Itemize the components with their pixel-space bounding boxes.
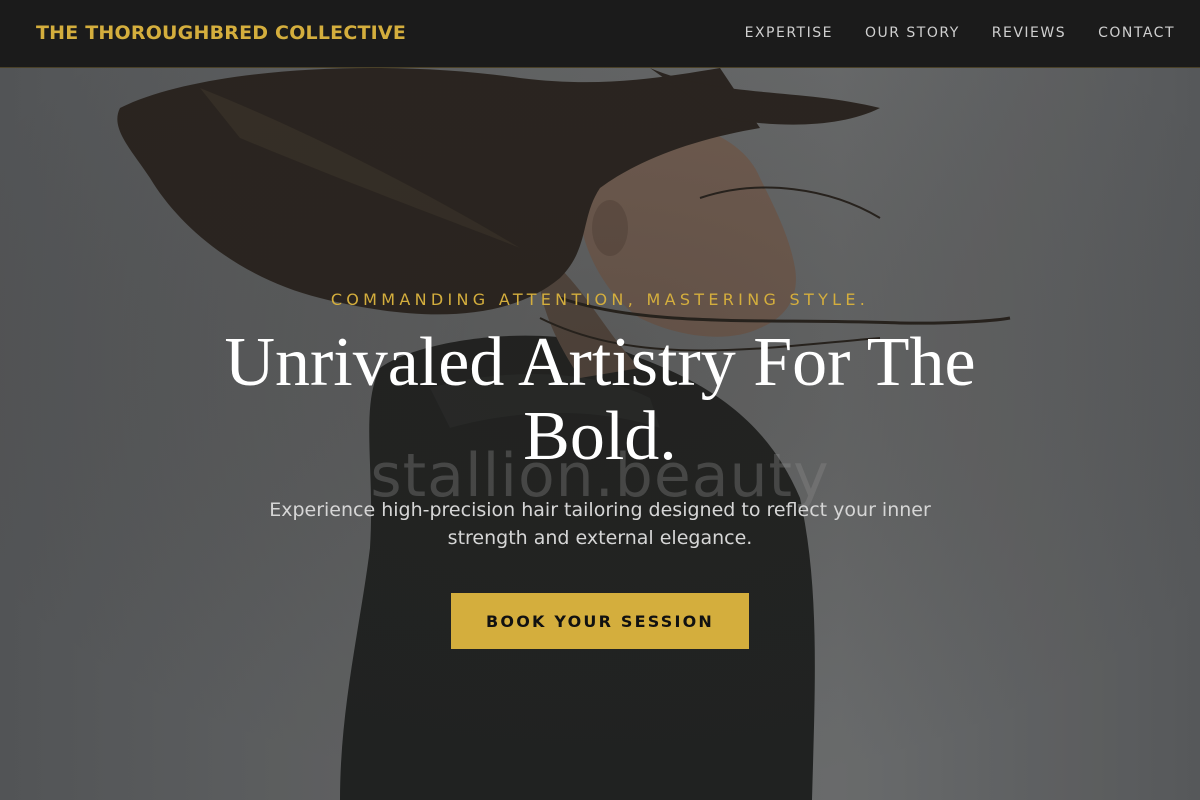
nav-link-expertise[interactable]: EXPERTISE	[745, 25, 833, 41]
hero-tagline: COMMANDING ATTENTION, MASTERING STYLE.	[330, 290, 870, 309]
nav-link-reviews[interactable]: REVIEWS	[992, 25, 1066, 41]
site-header: THE THOROUGHBRED COLLECTIVE EXPERTISE OU…	[0, 0, 1200, 68]
brand-logo[interactable]: THE THOROUGHBRED COLLECTIVE	[36, 22, 406, 44]
hero-headline: Unrivaled Artistry For The Bold.	[224, 324, 976, 475]
book-session-button[interactable]: BOOK YOUR SESSION	[451, 593, 749, 649]
hero-section: stallion.beauty COMMANDING ATTENTION, MA…	[0, 68, 1200, 800]
hero-subtext: Experience high-precision hair tailoring…	[269, 499, 931, 549]
main-nav: EXPERTISE OUR STORY REVIEWS CONTACT	[745, 25, 1175, 41]
nav-link-our-story[interactable]: OUR STORY	[865, 25, 960, 41]
nav-link-contact[interactable]: CONTACT	[1098, 25, 1175, 41]
landing-page: THE THOROUGHBRED COLLECTIVE EXPERTISE OU…	[0, 0, 1200, 800]
